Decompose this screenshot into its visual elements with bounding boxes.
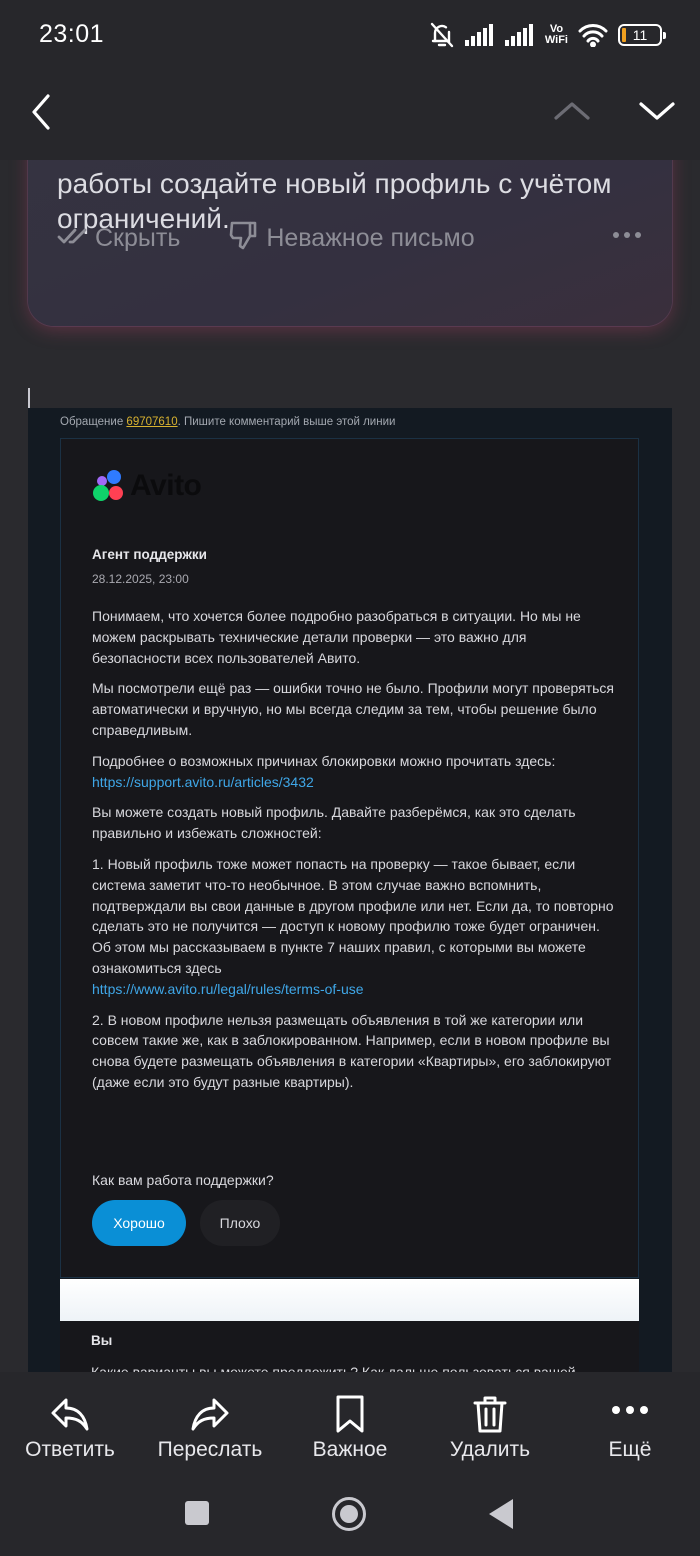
rating-bad-button[interactable]: Плохо xyxy=(200,1200,280,1246)
forward-button[interactable]: Переслать xyxy=(140,1372,280,1472)
paragraph: Мы посмотрели ещё раз — ошибки точно не … xyxy=(92,680,614,738)
paragraph: 1. Новый профиль тоже может попасть на п… xyxy=(92,854,617,1000)
recents-square-icon[interactable] xyxy=(184,1500,210,1531)
double-check-icon xyxy=(57,224,87,253)
quoted-author: Вы xyxy=(91,1333,113,1348)
unimportant-button[interactable]: Неважное письмо xyxy=(228,220,475,257)
vowifi-bottom: WiFi xyxy=(544,34,568,46)
quote-divider xyxy=(60,1279,639,1321)
forward-icon xyxy=(190,1394,230,1434)
avito-logo-text: Avito xyxy=(130,469,202,502)
message-date: 28.12.2025, 23:00 xyxy=(92,572,189,586)
action-toolbar: Ответить Переслать Важное Удалить Ещё xyxy=(0,1372,700,1472)
back-arrow-icon[interactable] xyxy=(28,92,56,137)
system-navigation-bar xyxy=(0,1472,700,1556)
bell-muted-icon xyxy=(429,21,455,49)
vowifi-icon: Vo WiFi xyxy=(545,24,568,46)
hide-label: Скрыть xyxy=(95,223,181,252)
rating-question: Как вам работа поддержки? xyxy=(92,1172,274,1188)
paragraph: 2. В новом профиле нельзя размещать объя… xyxy=(92,1011,612,1090)
back-triangle-icon[interactable] xyxy=(487,1498,515,1535)
signal-icon xyxy=(504,24,535,46)
bookmark-icon xyxy=(330,1394,370,1434)
reply-icon xyxy=(50,1394,90,1434)
paragraph: Подробнее о возможных причинах блокировк… xyxy=(92,751,617,793)
rating-good-button[interactable]: Хорошо xyxy=(92,1200,186,1246)
forward-label: Переслать xyxy=(157,1438,263,1461)
paragraph-text: Подробнее о возможных причинах блокировк… xyxy=(92,752,556,769)
ticket-prefix: Обращение xyxy=(60,416,127,428)
ticket-suffix: . Пишите комментарий выше этой линии xyxy=(177,416,396,428)
more-button[interactable]: Ещё xyxy=(560,1372,700,1472)
paragraph-text: 1. Новый профиль тоже может попасть на п… xyxy=(92,855,614,976)
quoted-message: Вы Какие варианты вы можете предложить? … xyxy=(60,1321,639,1372)
reply-button[interactable]: Ответить xyxy=(0,1372,140,1472)
avito-logo-dots-icon xyxy=(93,470,123,501)
chevron-up-icon[interactable] xyxy=(553,100,591,127)
important-button[interactable]: Важное xyxy=(280,1372,420,1472)
battery-percent: 11 xyxy=(632,27,648,43)
status-bar: 23:01 Vo WiFi 11 xyxy=(0,0,700,70)
trash-icon xyxy=(470,1394,510,1434)
paragraph: Понимаем, что хочется более подробно раз… xyxy=(92,608,581,666)
unimportant-label: Неважное письмо xyxy=(266,223,475,252)
avito-logo: Avito xyxy=(92,469,202,503)
summary-actions: Скрыть Неважное письмо xyxy=(57,220,647,256)
delete-label: Удалить xyxy=(449,1438,531,1461)
ai-summary-card: работы создайте новый профиль с учётом о… xyxy=(28,160,672,326)
message-body: Понимаем, что хочется более подробно раз… xyxy=(92,606,617,1103)
status-icons: Vo WiFi 11 xyxy=(429,18,666,52)
support-message: Avito Агент поддержки 28.12.2025, 23:00 … xyxy=(60,438,639,1278)
text-cursor xyxy=(28,388,30,408)
home-circle-icon[interactable] xyxy=(331,1496,367,1537)
email-body: Обращение 69707610. Пишите комментарий в… xyxy=(28,408,672,1372)
important-label: Важное xyxy=(312,1438,388,1461)
status-time: 23:01 xyxy=(39,20,105,48)
ticket-number-link[interactable]: 69707610 xyxy=(126,416,177,428)
message-content[interactable]: работы создайте новый профиль с учётом о… xyxy=(0,160,700,1372)
battery-icon: 11 xyxy=(618,24,666,46)
hide-button[interactable]: Скрыть xyxy=(57,224,180,253)
terms-link[interactable]: https://www.avito.ru/legal/rules/terms-o… xyxy=(92,981,364,997)
signal-icon xyxy=(464,24,495,46)
sender-name: Агент поддержки xyxy=(92,547,207,562)
paragraph: Вы можете создать новый профиль. Давайте… xyxy=(92,804,576,842)
articles-link[interactable]: https://support.avito.ru/articles/3432 xyxy=(92,774,314,790)
ticket-line: Обращение 69707610. Пишите комментарий в… xyxy=(60,416,395,428)
chevron-down-icon[interactable] xyxy=(638,100,676,127)
quoted-text: Какие варианты вы можете предложить? Как… xyxy=(91,1364,576,1372)
wifi-icon xyxy=(578,23,608,47)
top-navigation xyxy=(0,70,700,160)
battery-level xyxy=(622,28,626,42)
thumb-down-icon xyxy=(228,220,258,257)
reply-label: Ответить xyxy=(25,1438,115,1461)
more-label: Ещё xyxy=(608,1438,652,1461)
more-dots-icon xyxy=(610,1394,650,1434)
summary-more-icon[interactable] xyxy=(612,226,642,244)
delete-button[interactable]: Удалить xyxy=(420,1372,560,1472)
